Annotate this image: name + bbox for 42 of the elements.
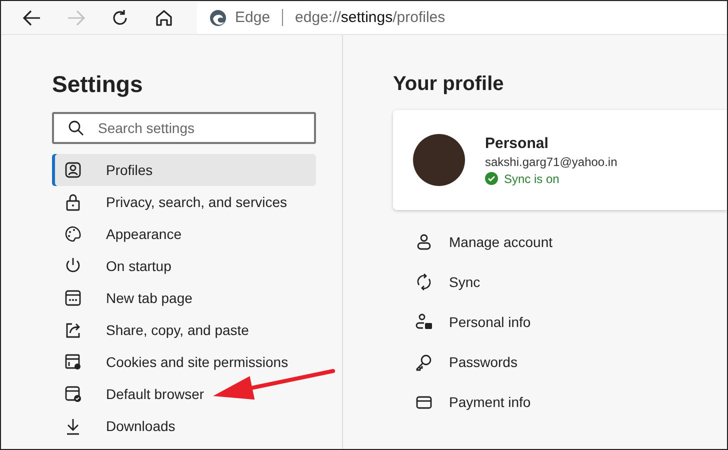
refresh-icon — [111, 8, 129, 26]
sidebar-item[interactable]: Share, copy, and paste — [52, 314, 316, 346]
power-icon — [64, 257, 82, 275]
address-bar[interactable]: Edge edge://settings/profiles — [197, 2, 727, 34]
download-arrow-icon — [64, 417, 82, 435]
profile-email: sakshi.garg71@yahoo.in — [485, 154, 618, 168]
window-check-icon — [64, 385, 82, 403]
sidebar-item[interactable]: Downloads — [52, 410, 316, 442]
sidebar-item[interactable]: New tab page — [52, 282, 316, 314]
page-title: Your profile — [393, 73, 505, 96]
search-field[interactable]: Search settings — [52, 112, 316, 144]
sidebar-item[interactable]: Default browser — [52, 378, 316, 410]
profile-card-icon — [64, 161, 82, 179]
person-icon — [415, 233, 433, 251]
sidebar-item[interactable]: Privacy, search, and services — [52, 186, 316, 218]
sync-status: Sync is on — [504, 172, 560, 186]
profile-menu-item[interactable]: Manage account — [393, 222, 727, 262]
key-icon — [415, 353, 433, 371]
profile-menu-item[interactable]: Payment info — [393, 382, 727, 422]
grid-window-icon — [64, 289, 82, 307]
search-icon — [68, 120, 84, 136]
person-id-icon — [415, 313, 433, 331]
profile-name: Personal — [485, 134, 550, 152]
url-text: edge://settings/profiles — [295, 9, 446, 26]
share-arrow-icon — [64, 321, 82, 339]
sync-icon — [415, 273, 433, 291]
sidebar-item[interactable]: On startup — [52, 250, 316, 282]
sidebar-item[interactable]: Profiles — [52, 154, 316, 186]
profile-menu-item[interactable]: Personal info — [393, 302, 727, 342]
palette-icon — [64, 225, 82, 243]
back-arrow-icon — [23, 10, 41, 26]
settings-title: Settings — [52, 71, 144, 98]
sidebar-item[interactable]: Cookies and site permissions — [52, 346, 316, 378]
profile-menu-item[interactable]: Passwords — [393, 342, 727, 382]
avatar-placeholder — [413, 134, 465, 186]
forward-arrow-icon — [67, 10, 85, 26]
profile-menu-item[interactable]: Sync — [393, 262, 727, 302]
brand-label: Edge — [235, 9, 270, 26]
home-icon — [155, 8, 173, 26]
padlock-icon — [64, 193, 82, 211]
sidebar-item[interactable]: Appearance — [52, 218, 316, 250]
browser-logo-icon — [209, 8, 227, 26]
